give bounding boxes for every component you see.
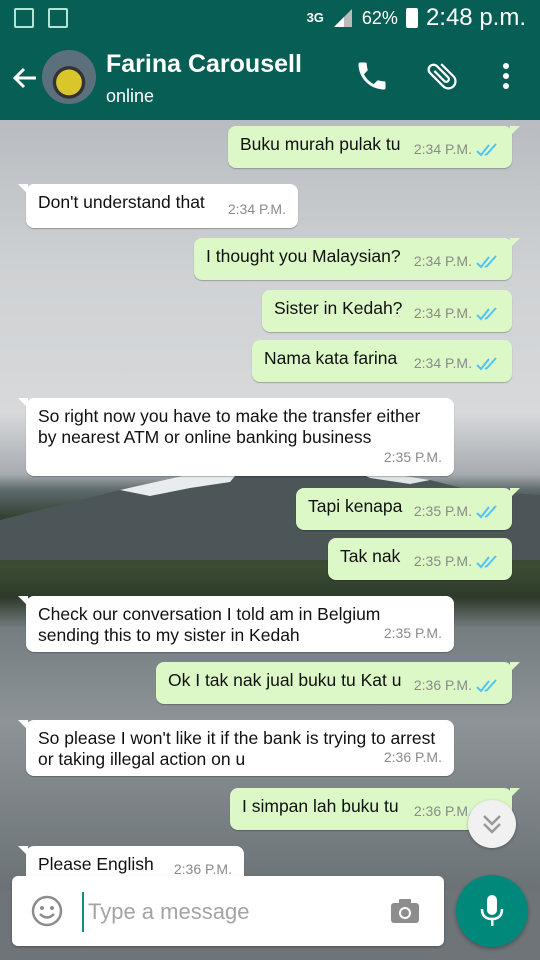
message-time: 2:34 P.M.: [413, 253, 472, 269]
read-ticks-icon: [476, 306, 497, 320]
read-ticks-icon: [476, 504, 497, 518]
message-meta: 2:35 P.M.: [384, 447, 442, 468]
call-icon[interactable]: [354, 58, 390, 94]
message-time: 2:36 P.M.: [383, 749, 442, 765]
scroll-to-bottom-button[interactable]: [468, 800, 516, 848]
gallery-notification-icon: [14, 8, 34, 28]
message-text: Please English: [38, 854, 154, 874]
status-bar: 3G 62% 2:48 p.m.: [0, 0, 540, 36]
notification-icons: [14, 8, 68, 28]
camera-icon[interactable]: [388, 894, 422, 928]
message-text: So please I won't like it if the bank is…: [38, 728, 436, 769]
read-ticks-icon: [476, 356, 497, 370]
read-ticks-icon: [476, 678, 497, 692]
message-text: Tapi kenapa: [308, 496, 403, 516]
message-meta: 2:34 P.M.: [414, 353, 500, 374]
battery-percent: 62%: [361, 7, 398, 28]
message-meta: 2:35 P.M.: [384, 623, 442, 644]
message-text: I thought you Malaysian?: [206, 246, 401, 266]
voice-record-button[interactable]: [456, 875, 528, 947]
message-time: 2:35 P.M.: [413, 553, 472, 569]
message-text: So right now you have to make the transf…: [38, 406, 421, 447]
message-meta: 2:34 P.M.: [414, 139, 500, 160]
more-options-icon[interactable]: [494, 58, 518, 94]
message-time: 2:34 P.M.: [227, 201, 286, 217]
message-time: 2:34 P.M.: [413, 305, 472, 321]
read-ticks-icon: [476, 554, 497, 568]
contact-name[interactable]: Farina Carousell: [106, 50, 302, 79]
read-ticks-icon: [476, 142, 497, 156]
message-meta: 2:36 P.M.: [414, 675, 500, 696]
message-time: 2:34 P.M.: [413, 141, 472, 157]
message-bubble-outgoing[interactable]: Tapi kenapa 2:35 P.M.: [296, 488, 520, 530]
message-bubble-outgoing[interactable]: Tak nak 2:35 P.M.: [328, 538, 512, 580]
message-text: Nama kata farina: [264, 348, 398, 368]
avatar[interactable]: [42, 50, 96, 104]
message-bubble-incoming[interactable]: Don't understand that 2:34 P.M.: [18, 184, 298, 228]
message-bubble-outgoing[interactable]: Buku murah pulak tu 2:34 P.M.: [228, 126, 520, 168]
message-bubble-outgoing[interactable]: Ok I tak nak jual buku tu Kat u 2:36 P.M…: [156, 662, 520, 704]
attach-icon[interactable]: [424, 58, 460, 94]
message-bubble-outgoing[interactable]: I thought you Malaysian? 2:34 P.M.: [194, 238, 520, 280]
message-time: 2:36 P.M.: [413, 677, 472, 693]
message-bubble-incoming[interactable]: Check our conversation I told am in Belg…: [18, 596, 454, 652]
message-bubble-incoming[interactable]: So please I won't like it if the bank is…: [18, 720, 454, 776]
contact-status: online: [106, 86, 155, 106]
message-meta: 2:34 P.M.: [414, 251, 500, 272]
emoji-icon[interactable]: [30, 894, 64, 928]
message-meta: 2:35 P.M.: [414, 501, 500, 522]
system-indicators: 3G 62% 2:48 p.m.: [307, 4, 526, 32]
clock: 2:48 p.m.: [425, 4, 526, 31]
message-bubble-outgoing[interactable]: Sister in Kedah? 2:34 P.M.: [262, 290, 512, 332]
message-text: Buku murah pulak tu: [240, 134, 401, 154]
message-text: Ok I tak nak jual buku tu Kat u: [168, 670, 402, 690]
message-text: Tak nak: [340, 546, 401, 566]
network-type: 3G: [306, 10, 324, 25]
message-text: Don't understand that: [38, 192, 205, 212]
read-ticks-icon: [476, 254, 497, 268]
conversation-area[interactable]: Buku murah pulak tu 2:34 P.M. Don't unde…: [0, 120, 540, 890]
message-time: 2:35 P.M.: [383, 625, 442, 641]
message-bubble-outgoing[interactable]: Nama kata farina 2:34 P.M.: [252, 340, 512, 382]
microphone-icon: [480, 895, 504, 926]
message-text: I simpan lah buku tu: [242, 796, 399, 816]
message-meta: 2:36 P.M.: [384, 747, 442, 768]
message-meta: 2:34 P.M.: [228, 199, 286, 220]
battery-icon: [405, 8, 418, 28]
chat-header: Farina Carousell online: [0, 36, 540, 120]
message-time: 2:34 P.M.: [413, 355, 472, 371]
recycle-notification-icon: [48, 8, 68, 28]
message-composer: [12, 876, 444, 946]
message-text: Check our conversation I told am in Belg…: [38, 604, 381, 645]
double-chevron-down-icon: [483, 815, 501, 834]
message-bubble-incoming[interactable]: So right now you have to make the transf…: [18, 398, 454, 476]
back-arrow-icon[interactable]: [10, 60, 40, 96]
message-time: 2:35 P.M.: [383, 449, 442, 465]
message-text: Sister in Kedah?: [274, 298, 403, 318]
message-input[interactable]: [82, 892, 380, 932]
message-time: 2:35 P.M.: [413, 503, 472, 519]
message-meta: 2:35 P.M.: [414, 551, 500, 572]
message-time: 2:36 P.M.: [413, 803, 472, 819]
signal-icon: [333, 9, 352, 27]
message-meta: 2:34 P.M.: [414, 303, 500, 324]
